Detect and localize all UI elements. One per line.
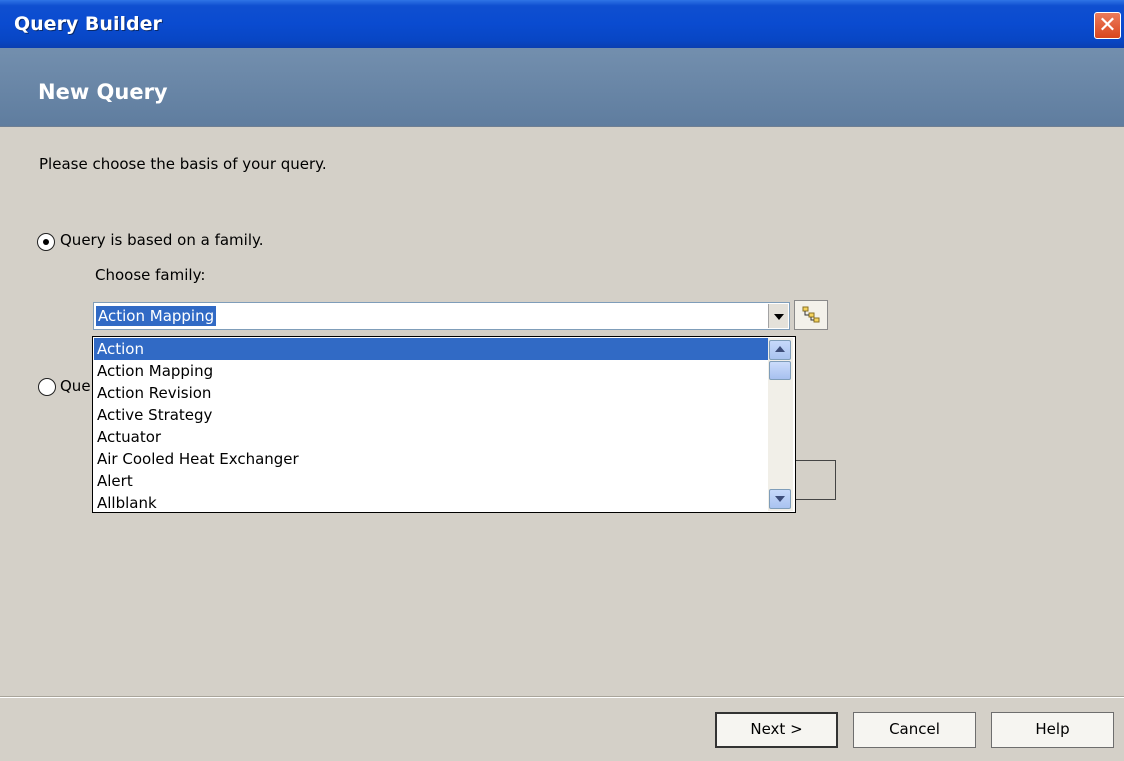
close-button[interactable]: ✕ (1094, 12, 1121, 39)
list-item[interactable]: Action (94, 338, 770, 360)
query-builder-window: Query Builder ✕ New Query Please choose … (0, 0, 1124, 761)
chevron-down-icon (774, 314, 784, 320)
choose-family-label: Choose family: (95, 266, 206, 284)
title-bar[interactable]: Query Builder ✕ (0, 0, 1124, 48)
family-dropdown-list[interactable]: Action Action Mapping Action Revision Ac… (92, 336, 796, 513)
wizard-step-title: New Query (38, 80, 168, 104)
combobox-dropdown-button[interactable] (768, 304, 788, 328)
radio-selected-dot (43, 239, 49, 245)
close-icon: ✕ (1098, 13, 1117, 38)
radio-other-label[interactable]: Que (60, 377, 91, 395)
family-tree-icon (802, 306, 820, 323)
footer-divider-highlight (0, 697, 1124, 698)
scroll-down-button[interactable] (769, 489, 791, 509)
help-button[interactable]: Help (991, 712, 1114, 748)
chevron-up-icon (775, 346, 785, 352)
list-item[interactable]: Actuator (94, 426, 770, 448)
list-scrollbar[interactable] (768, 338, 793, 511)
list-item[interactable]: Air Cooled Heat Exchanger (94, 448, 770, 470)
radio-other-basis[interactable] (38, 378, 56, 396)
scroll-up-button[interactable] (769, 340, 791, 360)
list-item[interactable]: Active Strategy (94, 404, 770, 426)
list-item[interactable]: Action Revision (94, 382, 770, 404)
scroll-thumb[interactable] (769, 361, 791, 380)
window-title: Query Builder (14, 13, 162, 35)
obscured-field-outline (795, 460, 836, 500)
radio-family[interactable] (37, 233, 55, 251)
chevron-down-icon (775, 496, 785, 502)
cancel-button[interactable]: Cancel (853, 712, 976, 748)
next-button[interactable]: Next > (715, 712, 838, 748)
family-combobox[interactable]: Action Mapping (93, 302, 790, 330)
list-item[interactable]: Action Mapping (94, 360, 770, 382)
list-item[interactable]: Allblank (94, 492, 770, 512)
wizard-header (0, 48, 1124, 127)
family-combobox-value[interactable]: Action Mapping (96, 306, 217, 326)
radio-family-label[interactable]: Query is based on a family. (60, 231, 264, 249)
prompt-text: Please choose the basis of your query. (39, 155, 327, 173)
list-item[interactable]: Alert (94, 470, 770, 492)
browse-family-tree-button[interactable] (794, 300, 828, 330)
